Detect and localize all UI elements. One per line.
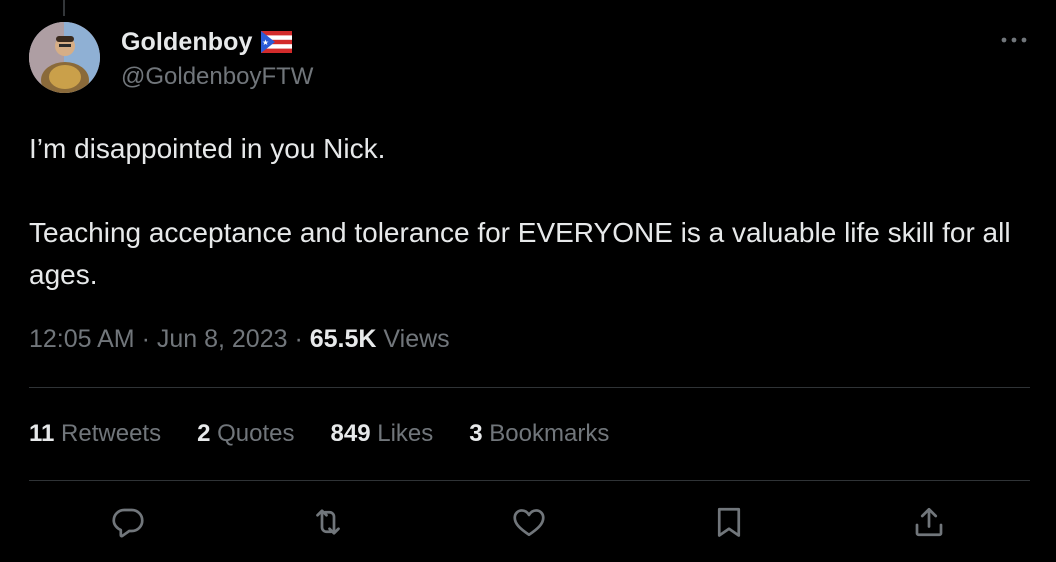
retweet-button[interactable] — [309, 503, 347, 541]
quotes-count: 2 — [197, 420, 211, 447]
tweet-meta: 12:05 AM · Jun 8, 2023 · 65.5K Views — [29, 325, 450, 354]
tweet-time[interactable]: 12:05 AM — [29, 325, 135, 353]
thread-connector-line — [63, 0, 65, 16]
bookmarks-count: 3 — [469, 420, 483, 447]
author-handle[interactable]: @GoldenboyFTW — [121, 63, 313, 91]
meta-separator: · — [134, 325, 157, 353]
views-count: 65.5K — [309, 325, 377, 353]
more-options-button[interactable] — [996, 24, 1032, 56]
heart-icon — [513, 509, 545, 537]
tweet-text-line-2: Teaching acceptance and tolerance for EV… — [29, 217, 1011, 290]
likes-count: 849 — [330, 420, 371, 447]
share-icon — [915, 507, 943, 537]
meta-separator: · — [287, 325, 310, 353]
engagement-stats: 11 Retweets 2 Quotes 849 Likes 3 Bookmar… — [29, 420, 645, 448]
author-display-name[interactable]: Goldenboy — [121, 28, 252, 57]
views-label: Views — [376, 325, 450, 353]
puerto-rico-flag-icon — [261, 31, 293, 53]
retweets-label: Retweets — [54, 420, 162, 447]
retweets-stat[interactable]: 11 Retweets — [29, 420, 161, 448]
likes-label: Likes — [370, 420, 434, 447]
bookmark-icon — [717, 507, 741, 537]
divider — [29, 480, 1030, 481]
quotes-stat[interactable]: 2 Quotes — [197, 420, 294, 448]
quotes-label: Quotes — [210, 420, 295, 447]
retweets-count: 11 — [29, 420, 55, 447]
reply-icon — [112, 508, 144, 538]
likes-stat[interactable]: 849 Likes — [331, 420, 434, 448]
share-button[interactable] — [910, 503, 948, 541]
tweet-text: I’m disappointed in you Nick. Teaching a… — [29, 128, 1029, 296]
retweet-icon — [316, 509, 340, 535]
bookmarks-stat[interactable]: 3 Bookmarks — [469, 420, 609, 448]
avatar-image — [29, 22, 100, 93]
tweet-text-line-1: I’m disappointed in you Nick. — [29, 133, 386, 164]
like-button[interactable] — [510, 503, 548, 541]
reply-button[interactable] — [109, 503, 147, 541]
avatar[interactable] — [29, 22, 100, 93]
more-icon — [1001, 37, 1027, 43]
author-name-row: Goldenboy — [121, 26, 293, 58]
divider — [29, 387, 1030, 388]
bookmarks-label: Bookmarks — [482, 420, 610, 447]
tweet-date[interactable]: Jun 8, 2023 — [157, 325, 288, 353]
bookmark-button[interactable] — [710, 503, 748, 541]
